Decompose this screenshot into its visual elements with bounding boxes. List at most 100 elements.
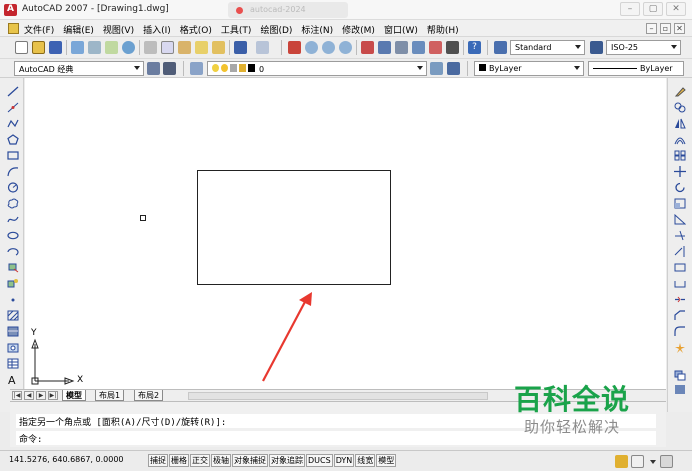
doc-restore-button[interactable]: ▫ bbox=[660, 23, 671, 34]
move-icon[interactable] bbox=[674, 166, 686, 177]
multiline-text-icon[interactable]: A bbox=[7, 374, 19, 385]
extend-icon[interactable] bbox=[674, 246, 686, 257]
save-icon[interactable] bbox=[49, 41, 62, 54]
doc-minimize-button[interactable]: – bbox=[646, 23, 657, 34]
revision-cloud-icon[interactable] bbox=[7, 198, 19, 209]
menu-draw[interactable]: 绘图(D) bbox=[260, 23, 292, 36]
menu-view[interactable]: 视图(V) bbox=[103, 23, 134, 36]
break-icon[interactable] bbox=[674, 278, 686, 289]
menu-dimension[interactable]: 标注(N) bbox=[301, 23, 333, 36]
zoom-previous-icon[interactable] bbox=[339, 41, 352, 54]
close-button[interactable]: ✕ bbox=[666, 2, 686, 16]
text-style-select[interactable]: Standard bbox=[510, 40, 585, 55]
linetype-select[interactable]: ByLayer bbox=[588, 61, 684, 76]
ellipse-arc-icon[interactable] bbox=[7, 246, 19, 257]
plot-preview-icon[interactable] bbox=[88, 41, 101, 54]
minimize-button[interactable]: – bbox=[620, 2, 640, 16]
redo-icon[interactable] bbox=[256, 41, 269, 54]
break-at-point-icon[interactable] bbox=[674, 262, 686, 273]
copy-object-icon[interactable] bbox=[674, 102, 686, 113]
dyn-toggle[interactable]: DYN bbox=[333, 454, 355, 467]
previous-layout-button[interactable]: ◀ bbox=[24, 391, 34, 400]
dim-style-select[interactable]: ISO-25 bbox=[606, 40, 681, 55]
trim-icon[interactable] bbox=[674, 230, 686, 241]
last-layout-button[interactable]: ▶| bbox=[48, 391, 58, 400]
text-style-icon[interactable] bbox=[494, 41, 507, 54]
join-icon[interactable] bbox=[674, 294, 686, 305]
horizontal-scrollbar[interactable] bbox=[188, 392, 488, 400]
array-icon[interactable] bbox=[674, 150, 686, 161]
block-editor-icon[interactable] bbox=[212, 41, 225, 54]
doc-close-button[interactable]: ✕ bbox=[674, 23, 685, 34]
zoom-realtime-icon[interactable] bbox=[305, 41, 318, 54]
hatch-icon[interactable] bbox=[7, 310, 19, 321]
color-select[interactable]: ByLayer bbox=[474, 61, 584, 76]
arc-icon[interactable] bbox=[7, 166, 19, 177]
undo-icon[interactable] bbox=[234, 41, 247, 54]
3d-dwf-icon[interactable] bbox=[122, 41, 135, 54]
make-layer-current-icon[interactable] bbox=[430, 62, 443, 75]
drawing-canvas[interactable]: Y X bbox=[25, 78, 666, 389]
layer-manager-icon[interactable] bbox=[190, 62, 203, 75]
clean-screen-icon[interactable] bbox=[660, 455, 673, 468]
otrack-toggle[interactable]: 对象追踪 bbox=[269, 454, 305, 467]
insert-block-icon[interactable] bbox=[7, 262, 19, 273]
lock-icon[interactable] bbox=[615, 455, 628, 468]
plot-icon[interactable] bbox=[71, 41, 84, 54]
status-menu-arrow-icon[interactable] bbox=[650, 460, 656, 464]
menu-modify[interactable]: 修改(M) bbox=[342, 23, 375, 36]
osnap-toggle[interactable]: 对象捕捉 bbox=[232, 454, 268, 467]
ghost-tab[interactable]: autocad-2024 bbox=[228, 2, 348, 18]
layer-previous-icon[interactable] bbox=[447, 62, 460, 75]
maximize-button[interactable]: ▢ bbox=[643, 2, 663, 16]
draw-order-icon[interactable] bbox=[674, 370, 686, 381]
cut-icon[interactable] bbox=[144, 41, 157, 54]
menu-edit[interactable]: 编辑(E) bbox=[63, 23, 94, 36]
workspace-settings-icon[interactable] bbox=[147, 62, 160, 75]
region-icon[interactable] bbox=[7, 342, 19, 353]
copy-icon[interactable] bbox=[161, 41, 174, 54]
dock-grip-icon[interactable] bbox=[674, 384, 686, 395]
polygon-icon[interactable] bbox=[7, 134, 19, 145]
dim-style-icon[interactable] bbox=[590, 41, 603, 54]
line-icon[interactable] bbox=[7, 86, 19, 97]
grid-toggle[interactable]: 栅格 bbox=[169, 454, 189, 467]
rotate-icon[interactable] bbox=[674, 182, 686, 193]
scale-icon[interactable] bbox=[674, 198, 686, 209]
mirror-icon[interactable] bbox=[674, 118, 686, 129]
ducs-toggle[interactable]: DUCS bbox=[306, 454, 333, 467]
tab-model[interactable]: 模型 bbox=[62, 390, 86, 401]
paste-icon[interactable] bbox=[178, 41, 191, 54]
point-icon[interactable] bbox=[7, 294, 19, 305]
menu-help[interactable]: 帮助(H) bbox=[427, 23, 459, 36]
spline-icon[interactable] bbox=[7, 214, 19, 225]
model-toggle[interactable]: 模型 bbox=[376, 454, 397, 467]
pan-icon[interactable] bbox=[288, 41, 301, 54]
chamfer-icon[interactable] bbox=[674, 310, 686, 321]
sheet-set-icon[interactable] bbox=[412, 41, 425, 54]
tab-layout2[interactable]: 布局2 bbox=[134, 390, 164, 401]
markup-icon[interactable] bbox=[429, 41, 442, 54]
stretch-icon[interactable] bbox=[674, 214, 686, 225]
polar-toggle[interactable]: 极轴 bbox=[211, 454, 231, 467]
circle-icon[interactable] bbox=[7, 182, 19, 193]
menu-tools[interactable]: 工具(T) bbox=[221, 23, 252, 36]
workspace-save-icon[interactable] bbox=[163, 62, 176, 75]
menu-file[interactable]: 文件(F) bbox=[24, 23, 54, 36]
properties-icon[interactable] bbox=[361, 41, 374, 54]
polyline-icon[interactable] bbox=[7, 118, 19, 129]
layer-select[interactable]: 0 bbox=[207, 61, 427, 76]
offset-icon[interactable] bbox=[674, 134, 686, 145]
menu-window[interactable]: 窗口(W) bbox=[384, 23, 418, 36]
tool-palettes-icon[interactable] bbox=[395, 41, 408, 54]
next-layout-button[interactable]: ▶ bbox=[36, 391, 46, 400]
gradient-icon[interactable] bbox=[7, 326, 19, 337]
ellipse-icon[interactable] bbox=[7, 230, 19, 241]
table-icon[interactable] bbox=[7, 358, 19, 369]
match-properties-icon[interactable] bbox=[195, 41, 208, 54]
snap-toggle[interactable]: 捕捉 bbox=[148, 454, 168, 467]
ortho-toggle[interactable]: 正交 bbox=[190, 454, 210, 467]
help-icon[interactable]: ? bbox=[468, 41, 481, 54]
make-block-icon[interactable] bbox=[7, 278, 19, 289]
explode-icon[interactable] bbox=[674, 342, 686, 353]
